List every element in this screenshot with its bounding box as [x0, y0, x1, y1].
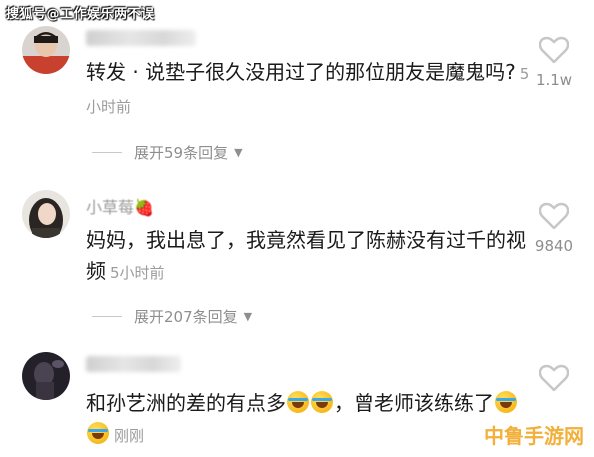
like-count: 1.1w [535, 71, 573, 89]
watermark-top: 搜狐号@工作娱乐两不误 [6, 7, 155, 22]
heart-outline-icon [534, 364, 574, 391]
divider-line [92, 316, 122, 317]
username-text: 小草莓🍓 [86, 198, 154, 217]
username[interactable]: 小草莓🍓 [86, 194, 154, 218]
expand-replies-button[interactable]: 展开207条回复 ▼ [92, 306, 252, 327]
comment-body-part1: 和孙艺洲的差的有点多 [86, 391, 286, 415]
heart-outline-icon [534, 202, 574, 229]
blurred-username [86, 356, 181, 372]
heart-outline-icon [534, 36, 574, 63]
caret-down-icon: ▼ [243, 310, 253, 323]
tears-of-joy-emoji-icon [311, 391, 333, 413]
watermark-bottom: 中鲁手游网 [484, 424, 584, 448]
comment-text: 转发 · 说垫子很久没用过了的那位朋友是魔鬼吗? 5小时前 [86, 57, 536, 123]
comment-text: 和孙艺洲的差的有点多 ，曾老师该练练了刚刚 [86, 388, 536, 452]
avatar[interactable] [22, 26, 70, 74]
expand-replies-label: 展开207条回复 [134, 308, 238, 326]
expand-replies-label: 展开59条回复 [134, 144, 229, 162]
expand-replies-button[interactable]: 展开59条回复 ▼ [92, 142, 243, 163]
blurred-username [86, 30, 196, 46]
divider-line [92, 152, 122, 153]
comment-body: 转发 · 说垫子很久没用过了的那位朋友是魔鬼吗? [86, 60, 516, 84]
username[interactable] [86, 356, 181, 376]
avatar[interactable] [22, 190, 70, 238]
tears-of-joy-emoji-icon [287, 391, 309, 413]
avatar[interactable] [22, 352, 70, 400]
like-button[interactable] [534, 364, 574, 391]
tears-of-joy-emoji-icon [495, 391, 517, 413]
like-button[interactable]: 1.1w [534, 36, 574, 89]
username[interactable] [86, 30, 196, 50]
like-button[interactable]: 9840 [534, 202, 574, 255]
comment-body-part2: ，曾老师该练练了 [334, 391, 494, 415]
comment-time: 5小时前 [110, 264, 165, 282]
caret-down-icon: ▼ [234, 146, 243, 159]
comment-text: 妈妈，我出息了，我竟然看见了陈赫没有过千的视频 5小时前 [86, 225, 536, 289]
like-count: 9840 [534, 237, 574, 255]
tears-of-joy-emoji-icon [87, 422, 109, 444]
comment-time: 刚刚 [114, 427, 145, 445]
